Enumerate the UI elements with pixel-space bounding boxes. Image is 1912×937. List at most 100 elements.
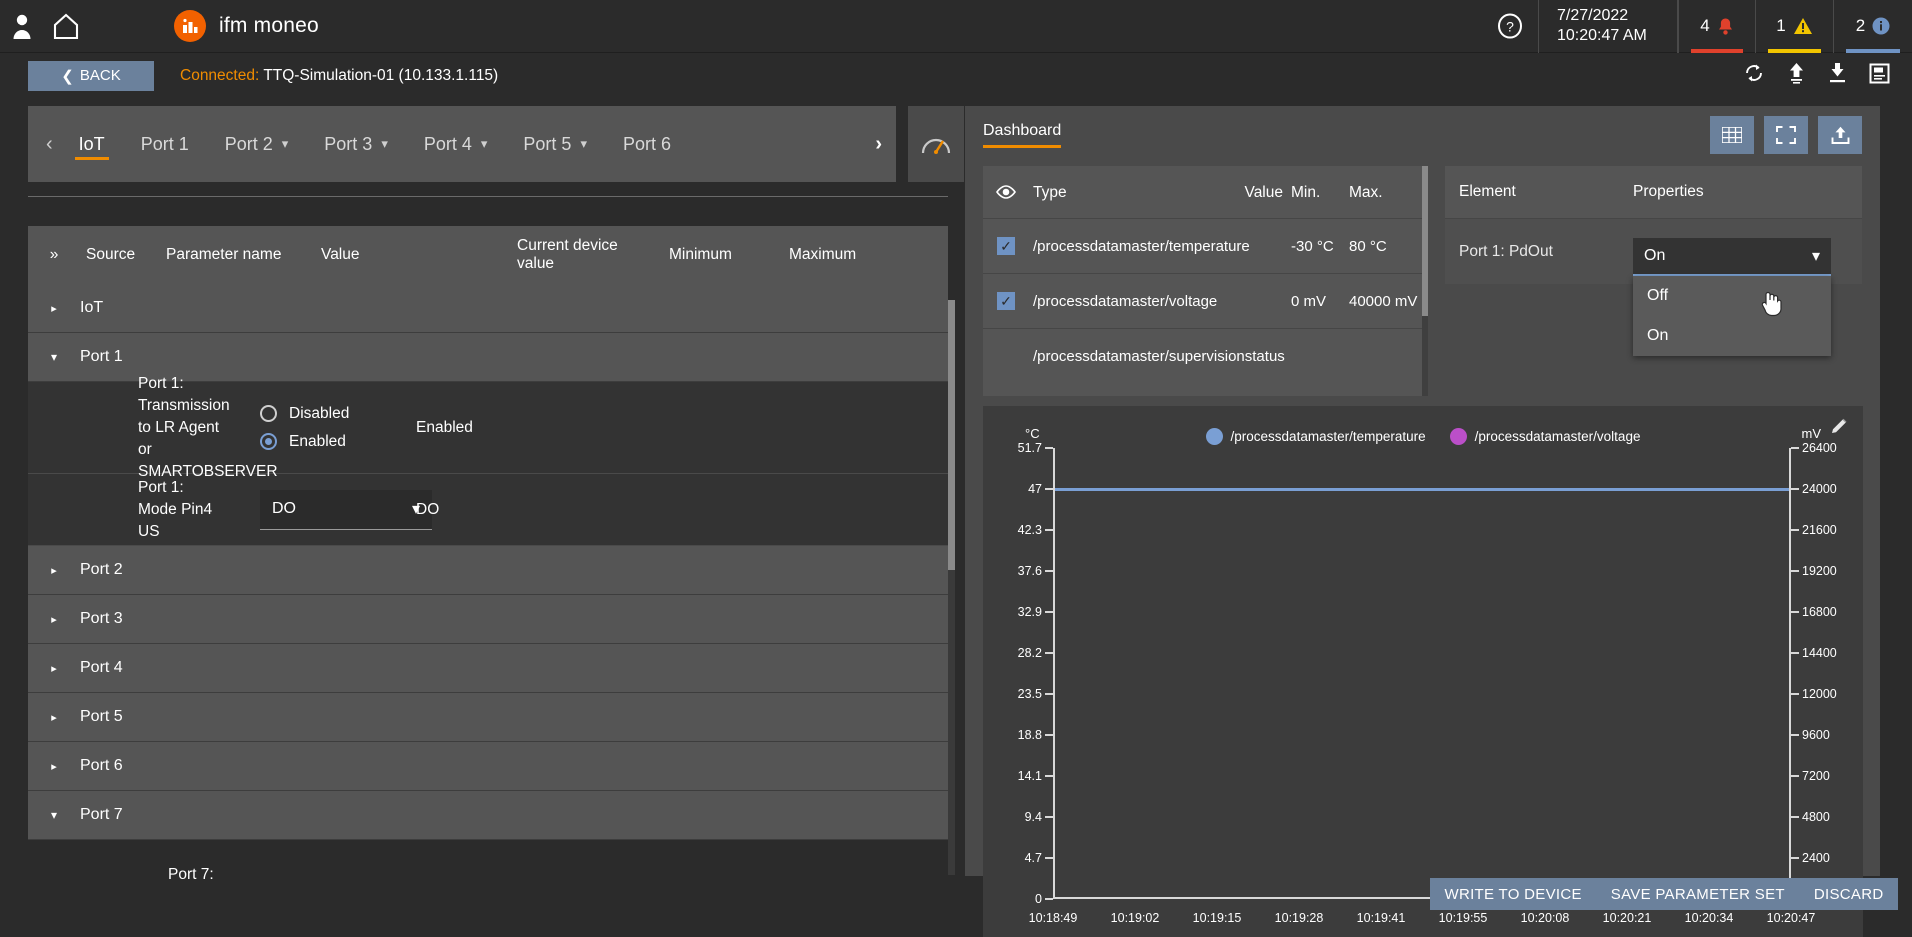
scrollbar-thumb[interactable] bbox=[1422, 166, 1428, 316]
tab-port-5[interactable]: Port 5 ▾ bbox=[505, 106, 605, 182]
fullscreen-icon[interactable] bbox=[1764, 116, 1808, 154]
scrollbar-thumb[interactable] bbox=[948, 300, 955, 570]
grid-view-icon[interactable] bbox=[1710, 116, 1754, 154]
dropdown-option-off[interactable]: Off bbox=[1633, 276, 1831, 316]
dashboard-title: Dashboard bbox=[983, 122, 1061, 140]
dropdown-option-on[interactable]: On bbox=[1633, 316, 1831, 356]
visibility-checkbox[interactable]: ✓ bbox=[997, 237, 1015, 255]
expand-triangle-icon[interactable]: ▸ bbox=[28, 662, 80, 675]
y-tick-mark-right bbox=[1791, 529, 1799, 531]
y-axis-tick-right: 19200 bbox=[1802, 564, 1837, 578]
tab-port-1[interactable]: Port 1 bbox=[123, 106, 207, 182]
back-button[interactable]: ❮ BACK bbox=[28, 61, 154, 91]
parameter-label: Port 1: Transmission to LR Agent or SMAR… bbox=[138, 373, 220, 483]
row-min: -30 °C bbox=[1291, 236, 1349, 257]
alarm-badge[interactable]: 4 bbox=[1678, 0, 1756, 53]
table-row[interactable]: ✓ /processdatamaster/temperature -30 °C … bbox=[983, 218, 1428, 273]
x-axis-tick: 10:19:15 bbox=[1193, 911, 1242, 925]
y-axis-tick-left: 37.6 bbox=[1018, 564, 1042, 578]
table-row[interactable]: ▸ Port 4 bbox=[28, 644, 948, 693]
row-label: Port 3 bbox=[80, 610, 123, 628]
expand-triangle-icon[interactable]: ▸ bbox=[28, 564, 80, 577]
tabstrip-next-arrow[interactable]: › bbox=[875, 133, 896, 156]
chart-series-line bbox=[1055, 488, 1789, 491]
tabstrip-prev-arrow[interactable]: ‹ bbox=[38, 134, 61, 154]
chevron-down-icon[interactable]: ▾ bbox=[481, 136, 488, 152]
export-icon[interactable] bbox=[1818, 116, 1862, 154]
gauge-icon bbox=[908, 106, 964, 182]
pdout-dropdown-input[interactable]: On ▾ bbox=[1633, 238, 1831, 276]
pdout-dropdown-list[interactable]: Off On bbox=[1633, 276, 1831, 356]
table-row[interactable]: ▾ Port 7 bbox=[28, 791, 948, 840]
table-row[interactable]: ▸ Port 2 bbox=[28, 546, 948, 595]
y-tick-mark-left bbox=[1045, 652, 1053, 654]
table-row[interactable]: ▸ Port 5 bbox=[28, 693, 948, 742]
y-axis-tick-left: 51.7 bbox=[1018, 441, 1042, 455]
print-icon[interactable] bbox=[1869, 63, 1890, 89]
write-to-device-button[interactable]: WRITE TO DEVICE bbox=[1437, 886, 1590, 903]
parameter-detail-row: Port 1: Mode Pin4 US DO ▾ DO bbox=[28, 474, 948, 546]
tab-iot[interactable]: IoT bbox=[61, 106, 123, 182]
y-tick-mark-left bbox=[1045, 488, 1053, 490]
tab-port-2[interactable]: Port 2 ▾ bbox=[207, 106, 307, 182]
expand-triangle-icon[interactable]: ▸ bbox=[28, 613, 80, 626]
transmission-radio-group[interactable]: Disabled Enabled bbox=[260, 405, 416, 451]
radio-option-disabled[interactable]: Disabled bbox=[260, 405, 416, 423]
subbar-toolbar bbox=[1743, 62, 1890, 89]
y-axis-tick-right: 26400 bbox=[1802, 441, 1837, 455]
col-max: Max. bbox=[1349, 182, 1419, 203]
tab-port-4[interactable]: Port 4 ▾ bbox=[406, 106, 506, 182]
y-axis-unit-right: mV bbox=[1802, 426, 1822, 441]
discard-button[interactable]: DISCARD bbox=[1806, 886, 1892, 903]
chevron-down-icon[interactable]: ▾ bbox=[1812, 246, 1820, 266]
y-axis-right bbox=[1789, 448, 1791, 899]
help-icon[interactable]: ? bbox=[1482, 0, 1538, 53]
radio-icon-selected[interactable] bbox=[260, 433, 277, 450]
x-axis-tick: 10:19:28 bbox=[1275, 911, 1324, 925]
tab-port-3[interactable]: Port 3 ▾ bbox=[306, 106, 406, 182]
expand-triangle-icon[interactable]: ▸ bbox=[28, 302, 80, 315]
parameter-table-scrollbar[interactable] bbox=[948, 300, 955, 875]
info-count: 2 bbox=[1856, 16, 1865, 36]
eye-icon[interactable] bbox=[983, 185, 1029, 199]
table-row[interactable]: ✓ /processdatamaster/voltage 0 mV 40000 … bbox=[983, 273, 1428, 328]
date-text: 7/27/2022 bbox=[1557, 6, 1628, 26]
y-axis-tick-left: 9.4 bbox=[1025, 810, 1042, 824]
info-badge[interactable]: 2 bbox=[1834, 0, 1912, 53]
tab-port-6[interactable]: Port 6 bbox=[605, 106, 689, 182]
bell-icon bbox=[1717, 17, 1734, 36]
user-icon[interactable] bbox=[0, 0, 44, 53]
chevron-down-icon[interactable]: ▾ bbox=[381, 136, 388, 152]
y-tick-mark-right bbox=[1791, 570, 1799, 572]
expand-all-icon[interactable]: » bbox=[28, 246, 80, 264]
row-type: /processdatamaster/voltage bbox=[1029, 291, 1229, 312]
collapse-triangle-icon[interactable]: ▾ bbox=[28, 350, 80, 364]
upload-icon[interactable] bbox=[1787, 62, 1806, 89]
brand: ifm moneo bbox=[174, 10, 319, 42]
collapse-triangle-icon[interactable]: ▾ bbox=[28, 808, 80, 822]
back-label: BACK bbox=[80, 67, 121, 84]
download-icon[interactable] bbox=[1828, 62, 1847, 89]
warning-badge[interactable]: 1 bbox=[1756, 0, 1834, 53]
chevron-down-icon[interactable]: ▾ bbox=[580, 136, 587, 152]
radio-option-enabled[interactable]: Enabled bbox=[260, 433, 416, 451]
visibility-checkbox[interactable]: ✓ bbox=[997, 292, 1015, 310]
table-row[interactable]: ▸ IoT bbox=[28, 284, 948, 333]
mode-pin4-select[interactable]: DO ▾ bbox=[260, 490, 432, 530]
y-axis-tick-left: 28.2 bbox=[1018, 646, 1042, 660]
row-label: Port 5 bbox=[80, 708, 123, 726]
table-row[interactable]: /processdatamaster/supervisionstatus bbox=[983, 328, 1428, 383]
chevron-down-icon[interactable]: ▾ bbox=[282, 136, 289, 152]
table-row[interactable]: ▸ Port 3 bbox=[28, 595, 948, 644]
home-icon[interactable] bbox=[44, 0, 88, 53]
data-table-scrollbar[interactable] bbox=[1422, 166, 1428, 396]
expand-triangle-icon[interactable]: ▸ bbox=[28, 711, 80, 724]
row-max: 40000 mV bbox=[1349, 291, 1419, 312]
gauge-tab[interactable] bbox=[908, 106, 964, 182]
radio-icon[interactable] bbox=[260, 405, 277, 422]
table-row[interactable]: ▸ Port 6 bbox=[28, 742, 948, 791]
save-parameter-set-button[interactable]: SAVE PARAMETER SET bbox=[1603, 886, 1793, 903]
datetime-display: 7/27/2022 10:20:47 AM bbox=[1538, 0, 1678, 53]
refresh-icon[interactable] bbox=[1743, 62, 1765, 89]
expand-triangle-icon[interactable]: ▸ bbox=[28, 760, 80, 773]
